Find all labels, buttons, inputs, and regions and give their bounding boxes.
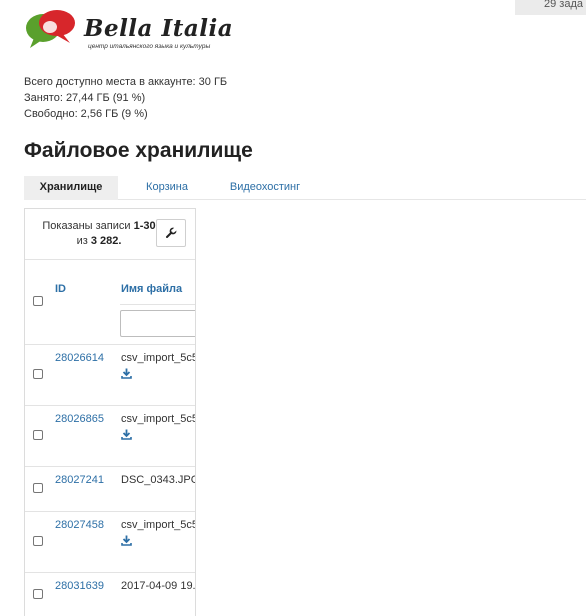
tab-video-hosting[interactable]: Видеохостинг bbox=[220, 176, 310, 200]
row-checkbox[interactable] bbox=[33, 536, 43, 546]
tab-trash[interactable]: Корзина bbox=[134, 176, 200, 200]
page-title: Файловое хранилище bbox=[24, 139, 253, 162]
bella-italia-logo[interactable]: Bella Italia центр итальянского языка и … bbox=[24, 8, 233, 52]
divider bbox=[120, 304, 195, 305]
row-filename: 2017-04-09 19.3 bbox=[121, 580, 196, 592]
column-header-filename[interactable]: Имя файла bbox=[121, 283, 182, 295]
quota-free: Свободно: 2,56 ГБ (9 %) bbox=[24, 108, 148, 120]
row-checkbox[interactable] bbox=[33, 589, 43, 599]
table-settings-button[interactable] bbox=[156, 219, 186, 247]
row-filename: csv_import_5c5 bbox=[121, 413, 196, 425]
row-id-link[interactable]: 28027458 bbox=[55, 519, 104, 531]
storage-quota: Всего доступно места в аккаунте: 30 ГБ З… bbox=[24, 74, 227, 122]
logo-title: Bella Italia bbox=[84, 15, 234, 42]
divider bbox=[25, 405, 195, 406]
divider bbox=[25, 466, 195, 467]
row-id-link[interactable]: 28031639 bbox=[55, 580, 104, 592]
download-icon[interactable] bbox=[121, 368, 132, 379]
speech-bubbles-icon bbox=[26, 10, 75, 48]
tab-bar: Хранилище Корзина Видеохостинг bbox=[24, 176, 586, 200]
divider bbox=[25, 572, 195, 573]
records-info: Показаны записи 1-30 из 3 282. bbox=[35, 219, 163, 249]
filename-filter-input[interactable] bbox=[120, 310, 195, 337]
files-table: Показаны записи 1-30 из 3 282. ID Имя фа… bbox=[24, 208, 196, 616]
row-id-link[interactable]: 28026614 bbox=[55, 352, 104, 364]
row-checkbox[interactable] bbox=[33, 430, 43, 440]
row-filename: DSC_0343.JPG bbox=[121, 474, 196, 486]
records-range: 1-30 bbox=[133, 220, 156, 232]
records-total: 3 282. bbox=[90, 235, 122, 247]
quota-total: Всего доступно места в аккаунте: 30 ГБ bbox=[24, 76, 228, 88]
row-checkbox[interactable] bbox=[33, 483, 43, 493]
divider bbox=[25, 344, 195, 345]
divider bbox=[25, 511, 195, 512]
download-icon[interactable] bbox=[121, 535, 132, 546]
download-icon[interactable] bbox=[121, 429, 132, 440]
column-header-id[interactable]: ID bbox=[55, 283, 66, 295]
row-id-link[interactable]: 28027241 bbox=[55, 474, 104, 486]
records-prefix: Показаны записи bbox=[42, 220, 131, 232]
row-filename: csv_import_5c5 bbox=[121, 352, 196, 364]
wrench-icon bbox=[166, 227, 177, 238]
tab-storage[interactable]: Хранилище bbox=[24, 176, 118, 200]
row-checkbox[interactable] bbox=[33, 369, 43, 379]
top-right-badge: 29 зада bbox=[515, 0, 586, 15]
logo-subtitle: центр итальянского языка и культуры bbox=[88, 43, 211, 50]
row-filename: csv_import_5c5 bbox=[121, 519, 196, 531]
quota-used: Занято: 27,44 ГБ (91 %) bbox=[24, 92, 146, 104]
select-all-checkbox[interactable] bbox=[33, 296, 43, 306]
row-id-link[interactable]: 28026865 bbox=[55, 413, 104, 425]
records-of: из bbox=[76, 235, 88, 247]
divider bbox=[25, 259, 195, 260]
